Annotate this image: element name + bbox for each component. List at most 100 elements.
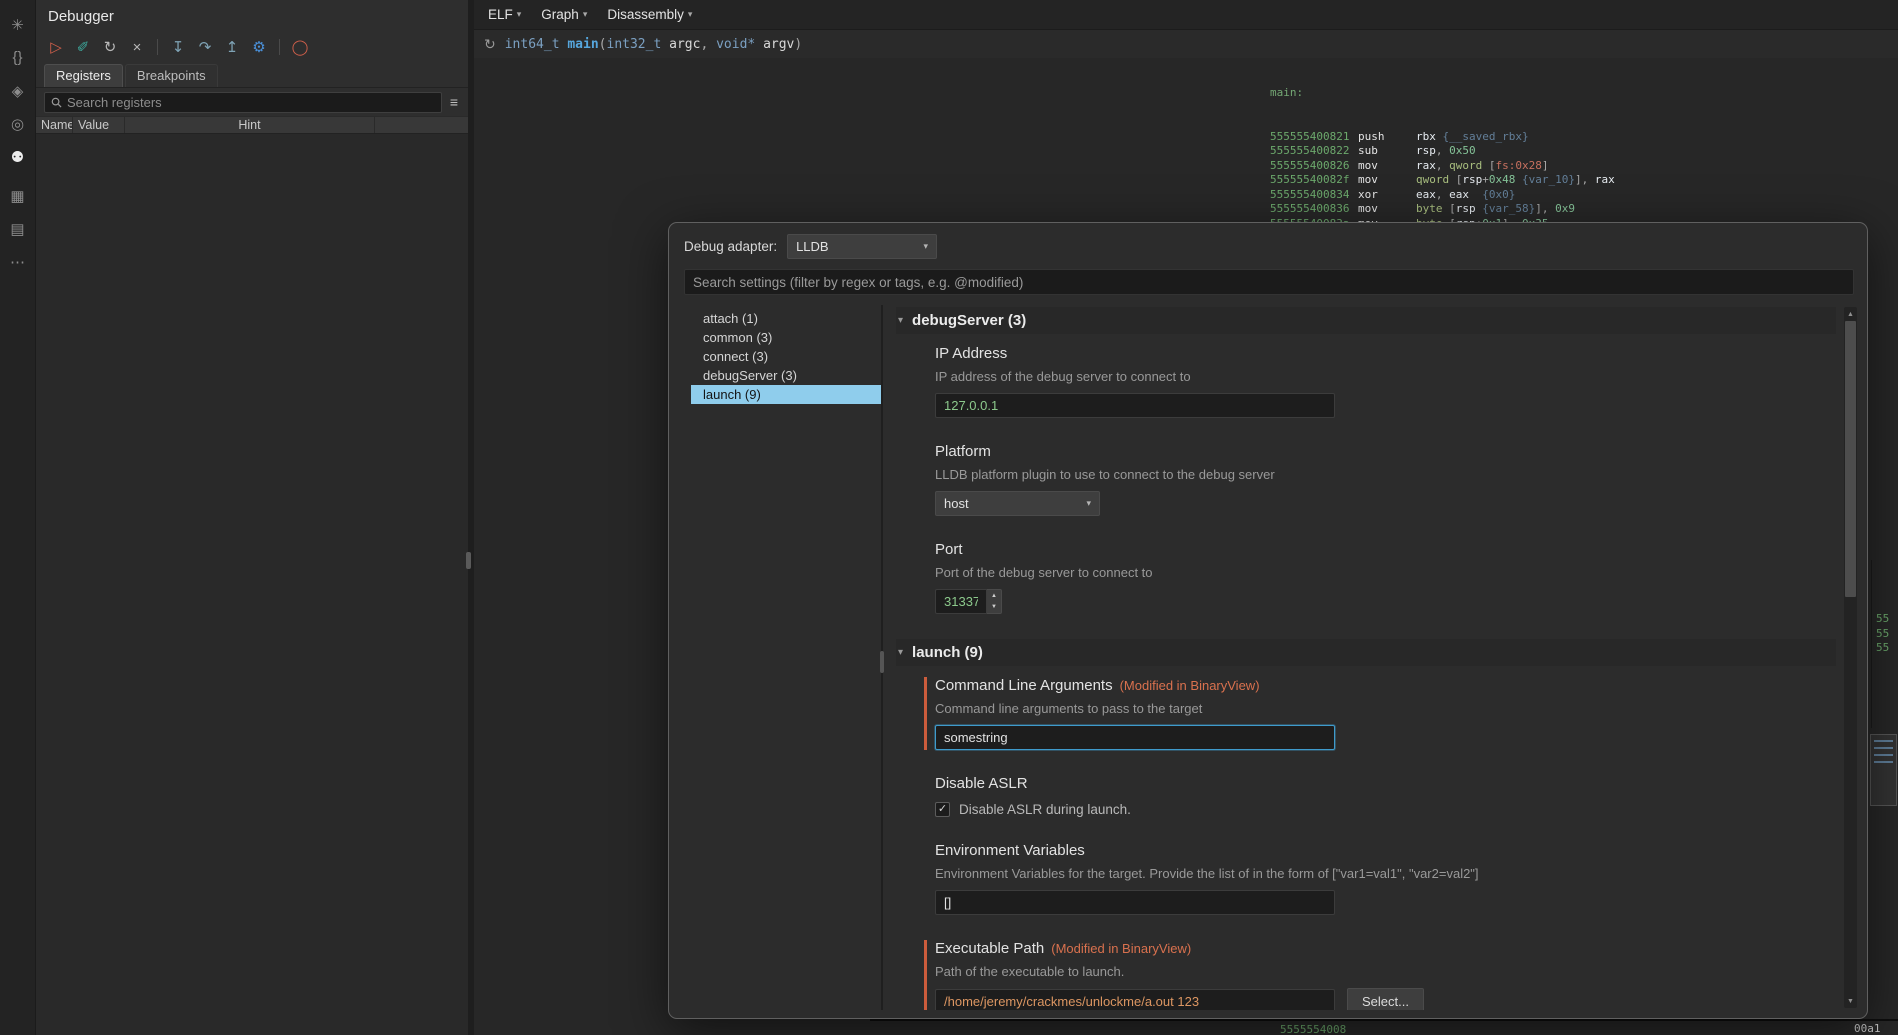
command-line-arguments-input[interactable] [935, 725, 1335, 750]
settings-search-input[interactable] [684, 269, 1854, 295]
disasm-line[interactable]: 555555400834xoreax, eax {0x0} [1270, 188, 1615, 203]
register-search[interactable] [44, 92, 442, 113]
checkbox-label: Disable ASLR during launch. [959, 802, 1131, 817]
category-item-launch[interactable]: launch (9) [691, 385, 881, 404]
column-header-filler [375, 117, 468, 133]
adapter-select[interactable]: LLDB ▾ [787, 234, 937, 259]
tags-icon[interactable]: ◈ [3, 74, 33, 107]
setting-description: Path of the executable to launch. [935, 964, 1836, 979]
scrollbar-thumb[interactable] [1845, 321, 1856, 597]
scroll-indicator-line [1871, 560, 1872, 728]
category-item-debugServer[interactable]: debugServer (3) [691, 366, 881, 385]
setting-name: Command Line Arguments (Modified in Binar… [935, 677, 1836, 694]
panel-resize-handle[interactable] [466, 552, 471, 569]
port-input[interactable] [935, 589, 987, 614]
adapter-row: Debug adapter: LLDB ▾ [669, 223, 1867, 269]
register-table-body[interactable] [36, 134, 468, 1035]
disasm-line[interactable]: 55555540082fmovqword [rsp+0x48 {var_10}]… [1270, 173, 1615, 188]
register-table-header: NameValueHint [36, 116, 468, 134]
more-icon[interactable]: ⋯ [3, 245, 33, 278]
menu-disassembly[interactable]: Disassembly▾ [597, 0, 702, 29]
select-file-button[interactable]: Select... [1347, 988, 1424, 1010]
disasm-line[interactable]: 555555400826movrax, qword [fs:0x28] [1270, 159, 1615, 174]
disasm-mnemonic: mov [1358, 173, 1416, 188]
disasm-mnemonic: mov [1358, 159, 1416, 174]
view-menubar: ELF▾Graph▾Disassembly▾ [474, 0, 1898, 30]
disasm-address: 555555400821 [1270, 130, 1358, 145]
step-into-button[interactable]: ↧ [168, 37, 188, 57]
memory-map-icon[interactable]: ▦ [3, 179, 33, 212]
panel-title: Debugger [36, 0, 468, 32]
tab-registers[interactable]: Registers [44, 64, 123, 87]
debugger-tabs: RegistersBreakpoints [36, 62, 468, 88]
setting-name-text: Command Line Arguments [935, 677, 1113, 694]
port-spinner[interactable]: ▲ ▼ [987, 589, 1002, 614]
disasm-function-label: main: [1270, 86, 1615, 101]
chevron-down-icon: ▾ [1086, 498, 1091, 509]
restart-button[interactable]: ↻ [100, 37, 120, 57]
collapse-icon: ▾ [898, 315, 903, 326]
setting-name: Port [935, 541, 1836, 558]
scroll-down-icon[interactable]: ▼ [1844, 994, 1857, 1008]
menu-elf[interactable]: ELF▾ [478, 0, 531, 29]
executable-path-input[interactable] [935, 989, 1335, 1011]
setting-description: Environment Variables for the target. Pr… [935, 866, 1836, 881]
check-icon: ✓ [938, 804, 947, 815]
toolbar-separator [279, 39, 280, 55]
platform-select[interactable]: host ▾ [935, 491, 1100, 516]
environment-variables-input[interactable] [935, 890, 1335, 915]
setting-description: IP address of the debug server to connec… [935, 369, 1836, 384]
column-header-name[interactable]: Name [36, 117, 73, 133]
disasm-line[interactable]: 555555400822subrsp, 0x50 [1270, 144, 1615, 159]
refresh-icon[interactable]: ↻ [484, 36, 496, 53]
disasm-address: 555555400826 [1270, 159, 1358, 174]
run-button[interactable]: ▷ [46, 37, 66, 57]
tab-breakpoints[interactable]: Breakpoints [125, 64, 218, 87]
modified-badge: (Modified in BinaryView) [1120, 678, 1260, 693]
splitter-grip[interactable] [880, 651, 884, 673]
function-signature-bar: ↻ int64_t main(int32_t argc, void* argv) [474, 30, 1898, 58]
disasm-mnemonic: push [1358, 130, 1416, 145]
step-out-button[interactable]: ↥ [222, 37, 242, 57]
chevron-down-icon: ▾ [924, 241, 929, 252]
category-item-common[interactable]: common (3) [691, 328, 881, 347]
types-icon[interactable]: {} [3, 41, 33, 74]
stack-view-icon[interactable]: ▤ [3, 212, 33, 245]
chevron-down-icon: ▾ [517, 9, 522, 20]
register-search-input[interactable] [67, 95, 435, 110]
section-header-launch[interactable]: ▾ launch (9) [896, 639, 1836, 666]
disasm-address: 555555400836 [1270, 202, 1358, 217]
column-header-value[interactable]: Value [73, 117, 125, 133]
spin-down-icon[interactable]: ▼ [987, 602, 1001, 614]
disasm-mnemonic: xor [1358, 188, 1416, 203]
spin-up-icon[interactable]: ▲ [987, 590, 1001, 602]
ip-address-input[interactable] [935, 393, 1335, 418]
debugger-settings-button[interactable]: ⚙ [249, 37, 269, 57]
disasm-operands: rbx {__saved_rbx} [1416, 130, 1529, 145]
debugger-icon[interactable]: ⚉ [3, 140, 33, 173]
settings-scrollbar[interactable]: ▲ ▼ [1844, 307, 1857, 1008]
attach-button[interactable]: ✐ [73, 37, 93, 57]
find-icon[interactable]: ◎ [3, 107, 33, 140]
menu-graph[interactable]: Graph▾ [531, 0, 597, 29]
symbols-icon[interactable]: ✳ [3, 8, 33, 41]
section-header-debugserver[interactable]: ▾ debugServer (3) [896, 307, 1836, 334]
debugger-panel: Debugger ▷✐↻×↧↷↥⚙◯ RegistersBreakpoints … [36, 0, 468, 1035]
disasm-operands: eax, eax {0x0} [1416, 188, 1515, 203]
dialog-splitter[interactable] [881, 305, 883, 1010]
disasm-address: 555555400834 [1270, 188, 1358, 203]
setting-name: Environment Variables [935, 842, 1836, 859]
kill-button[interactable]: × [127, 37, 147, 57]
category-item-attach[interactable]: attach (1) [691, 309, 881, 328]
disasm-operands: qword [rsp+0x48 {var_10}], rax [1416, 173, 1615, 188]
disasm-line[interactable]: 555555400836movbyte [rsp {var_58}], 0x9 [1270, 202, 1615, 217]
category-item-connect[interactable]: connect (3) [691, 347, 881, 366]
register-search-row: ≡ [36, 88, 468, 116]
disable-aslr-checkbox[interactable]: ✓ [935, 802, 950, 817]
column-header-hint[interactable]: Hint [125, 117, 375, 133]
scroll-up-icon[interactable]: ▲ [1844, 307, 1857, 321]
disasm-line[interactable]: 555555400821pushrbx {__saved_rbx} [1270, 130, 1615, 145]
step-over-button[interactable]: ↷ [195, 37, 215, 57]
record-button[interactable]: ◯ [290, 37, 310, 57]
register-menu-button[interactable]: ≡ [446, 93, 462, 111]
